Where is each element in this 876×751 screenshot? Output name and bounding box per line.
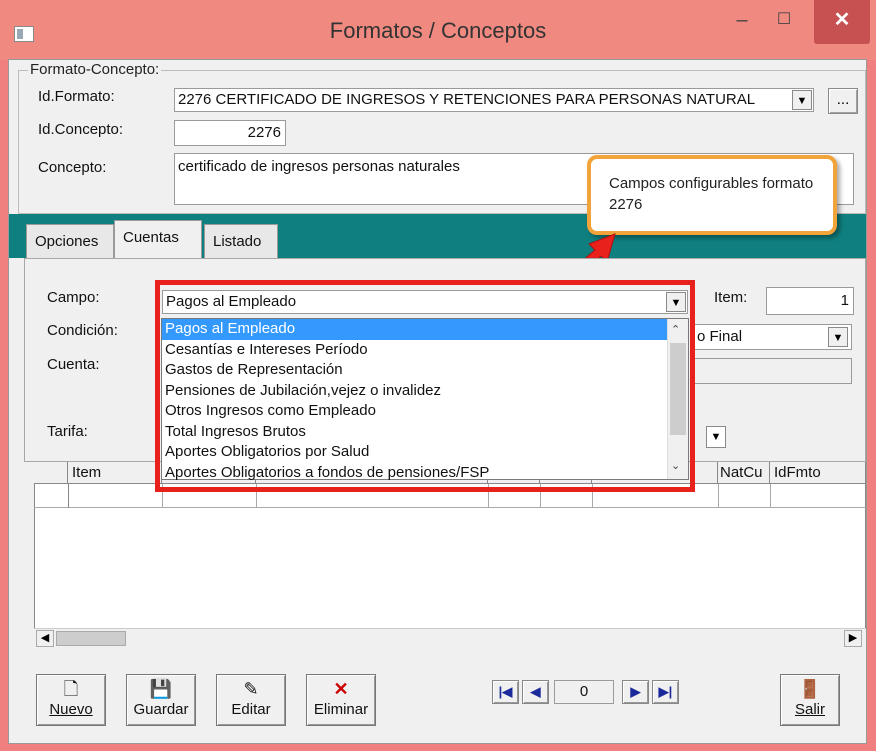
concepto-label: Concepto:	[38, 159, 107, 176]
id-concepto-field[interactable]: 2276	[174, 120, 286, 146]
nuevo-label: Nuevo	[49, 701, 93, 718]
condicion-dropdown-icon[interactable]: ▼	[828, 327, 848, 347]
highlight-box	[155, 280, 695, 492]
grid-col-item[interactable]: Item	[68, 462, 162, 484]
item-field[interactable]: 1	[766, 287, 854, 315]
exit-door-icon: 🚪	[798, 679, 822, 699]
cuenta-label: Cuenta:	[47, 356, 100, 373]
guardar-label: Guardar	[133, 701, 189, 718]
id-formato-dropdown-icon[interactable]: ▼	[792, 90, 812, 110]
editar-label: Editar	[231, 701, 271, 718]
campo-label: Campo:	[47, 289, 100, 306]
tab-cuentas[interactable]: Cuentas	[114, 220, 202, 259]
scroll-thumb[interactable]	[56, 631, 126, 646]
grid-col-natcu[interactable]: NatCu	[718, 462, 770, 484]
condicion-label: Condición:	[47, 322, 118, 339]
grid-rowheader	[34, 462, 68, 484]
item-label: Item:	[714, 289, 748, 306]
save-icon: 💾	[149, 679, 173, 699]
grid-horizontal-scrollbar[interactable]: ◀ ▶	[34, 628, 866, 648]
scroll-left-icon[interactable]: ◀	[36, 630, 54, 647]
delete-icon: ✕	[333, 679, 349, 699]
maximize-button[interactable]: ☐	[770, 0, 798, 44]
previous-record-icon[interactable]: ◀	[522, 680, 549, 704]
editar-button[interactable]: ✎ Editar	[216, 674, 286, 726]
record-position[interactable]: 0	[554, 680, 614, 704]
id-formato-label: Id.Formato:	[38, 88, 115, 105]
edit-icon: ✎	[243, 679, 259, 699]
tab-listado[interactable]: Listado	[204, 224, 278, 258]
new-document-icon: 🗋	[63, 679, 79, 699]
tarifa-label: Tarifa:	[47, 423, 88, 440]
group-label: Formato-Concepto:	[28, 61, 162, 78]
next-record-icon[interactable]: ▶	[622, 680, 649, 704]
guardar-button[interactable]: 💾 Guardar	[126, 674, 196, 726]
close-button[interactable]: ✕	[814, 0, 870, 44]
eliminar-label: Eliminar	[313, 701, 369, 718]
last-record-icon[interactable]: ▶|	[652, 680, 679, 704]
salir-button[interactable]: 🚪 Salir	[780, 674, 840, 726]
nuevo-button[interactable]: 🗋 Nuevo	[36, 674, 106, 726]
browse-button[interactable]: ...	[828, 88, 858, 114]
cuenta-field[interactable]	[692, 358, 852, 384]
id-formato-combo[interactable]: 2276 CERTIFICADO DE INGRESOS Y RETENCION…	[174, 88, 814, 112]
grid-col-idfmto[interactable]: IdFmto	[770, 462, 866, 484]
tarifa-dropdown-icon[interactable]: ▼	[706, 426, 726, 448]
tab-opciones[interactable]: Opciones	[26, 224, 114, 258]
minimize-button[interactable]: –	[728, 0, 756, 44]
callout-box: Campos configurables formato 2276	[587, 155, 837, 235]
salir-label: Salir	[794, 701, 825, 718]
id-concepto-label: Id.Concepto:	[38, 121, 124, 138]
scroll-right-icon[interactable]: ▶	[844, 630, 862, 647]
eliminar-button[interactable]: ✕ Eliminar	[306, 674, 376, 726]
first-record-icon[interactable]: |◀	[492, 680, 519, 704]
